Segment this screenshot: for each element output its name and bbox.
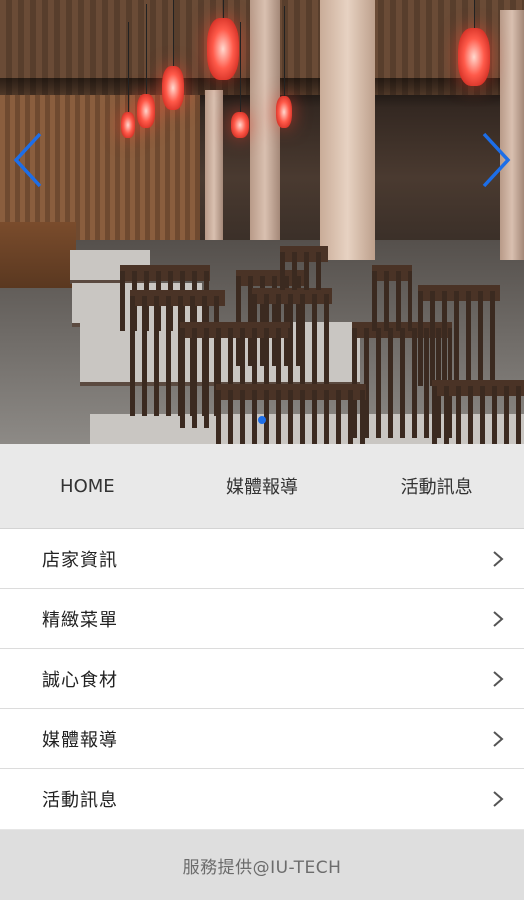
tab-event-news[interactable]: 活動訊息 (349, 473, 524, 499)
carousel-prev-button[interactable] (6, 130, 50, 194)
tab-home[interactable]: HOME (0, 476, 175, 497)
list-item-event-news[interactable]: 活動訊息 (0, 769, 524, 829)
chevron-right-icon (490, 730, 506, 747)
list-item-label: 精緻菜單 (42, 609, 118, 631)
chevron-right-icon (490, 550, 506, 567)
list-item-label: 店家資訊 (42, 549, 118, 571)
list-item-label: 媒體報導 (42, 729, 118, 751)
list-item-menu[interactable]: 精緻菜單 (0, 589, 524, 649)
tab-media-reports[interactable]: 媒體報導 (175, 473, 350, 499)
carousel-dot-active[interactable] (258, 416, 266, 424)
list-item-label: 誠心食材 (42, 669, 118, 691)
chevron-right-icon (490, 791, 506, 807)
chevron-right-icon (480, 130, 512, 194)
list-item-label: 活動訊息 (42, 790, 118, 811)
chevron-left-icon (12, 130, 44, 194)
footer: 服務提供@IU-TECH (0, 830, 524, 900)
footer-credit: 服務提供@IU-TECH (182, 857, 342, 878)
list-item-media-reports[interactable]: 媒體報導 (0, 709, 524, 769)
list-item-ingredients[interactable]: 誠心食材 (0, 649, 524, 709)
chevron-right-icon (490, 670, 506, 687)
chevron-right-icon (490, 610, 506, 627)
hero-carousel (0, 0, 524, 444)
menu-list: 店家資訊 精緻菜單 誠心食材 媒體報導 活動訊息 (0, 529, 524, 829)
list-item-store-info[interactable]: 店家資訊 (0, 529, 524, 589)
carousel-next-button[interactable] (474, 130, 518, 194)
top-nav-tabs: HOME 媒體報導 活動訊息 (0, 444, 524, 529)
carousel-pagination (0, 416, 524, 424)
